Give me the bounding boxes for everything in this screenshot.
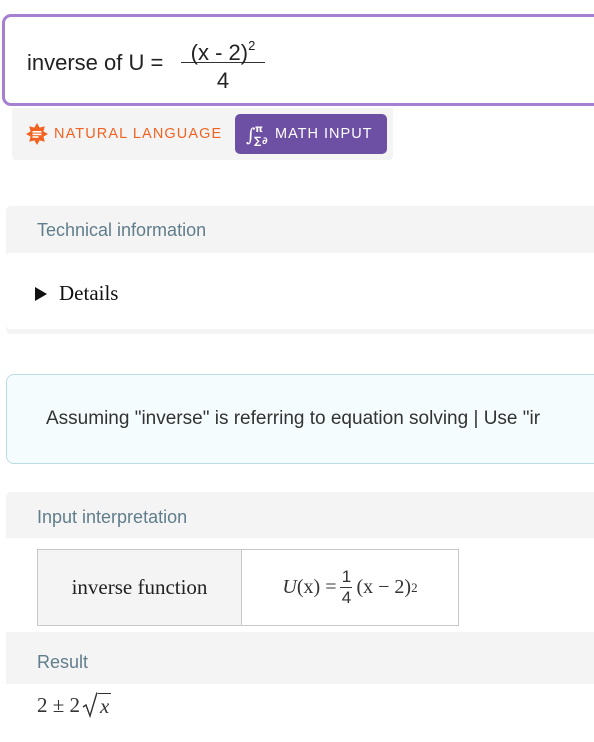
assumption-text: Assuming "inverse" is referring to equat… [46,408,469,429]
query-fraction: (x - 2)2 4 [181,31,265,95]
details-toggle[interactable]: Details [35,281,118,306]
natural-language-label: NATURAL LANGUAGE [54,126,223,142]
input-interpretation-pod: Input interpretation inverse function U(… [6,492,594,742]
technical-information-title: Technical information [37,220,207,240]
square-root-icon [82,692,98,718]
result-square-root: x [82,692,112,718]
math-input-label: MATH INPUT [275,126,373,142]
formula-equals: = [325,576,337,598]
natural-language-button[interactable]: NATURAL LANGUAGE [26,122,222,146]
page: inverse of U = (x - 2)2 4 NATURAL LANGUA… [0,0,594,742]
result-prefix: 2 ± 2 [37,692,81,717]
query-prefix: inverse of U = [27,50,164,75]
details-label: Details [59,281,119,305]
expand-triangle-icon [35,286,47,301]
formula-exponent: 2 [411,579,418,595]
formula-factor: (x − 2) [356,576,412,598]
technical-information-content: Details [6,253,594,329]
math-input-button[interactable]: ∫ π ∑∂ MATH INPUT [235,114,387,154]
input-interpretation-content: inverse function U (x) = 1 4 (x − 2) 2 [6,538,594,632]
technical-information-pod: Technical information Details [6,206,594,334]
formula-function: U [282,576,297,598]
formula-fraction-numerator: 1 [341,567,352,586]
result-radicand: x [98,693,112,718]
query-denominator: 4 [216,68,230,93]
assumption-text-row: Assuming "inverse" is referring to equat… [46,408,540,430]
interpretation-formula-cell: U (x) = 1 4 (x − 2) 2 [242,550,458,625]
query-numerator-text: (x - 2) [190,40,249,65]
interpretation-label-cell: inverse function [38,550,242,625]
input-mode-toggle: NATURAL LANGUAGE ∫ π ∑∂ MATH INPUT [12,108,393,160]
assumption-alternative-link[interactable]: Use "ir [484,408,540,429]
result-content: 2 ± 2 x [6,684,594,742]
query-exponent: 2 [248,38,256,53]
svg-text:π: π [255,124,264,135]
result-title: Result [37,652,89,672]
formula-fraction-denominator: 4 [341,588,352,607]
interpretation-table: inverse function U (x) = 1 4 (x − 2) 2 [37,549,459,626]
math-symbols-icon: ∫ π ∑∂ [246,124,269,147]
query-numerator: (x - 2)2 [181,31,265,65]
natural-language-icon [26,123,48,145]
svg-text:∑∂: ∑∂ [254,136,269,147]
result-formula: 2 ± 2 x [37,692,112,718]
formula-variable: (x) [296,576,321,598]
formula-fraction: 1 4 [340,567,353,607]
query-input[interactable]: inverse of U = (x - 2)2 4 [2,14,594,106]
input-interpretation-title: Input interpretation [37,507,188,527]
assumption-separator: | [473,408,479,429]
assumption-banner: Assuming "inverse" is referring to equat… [6,374,594,464]
